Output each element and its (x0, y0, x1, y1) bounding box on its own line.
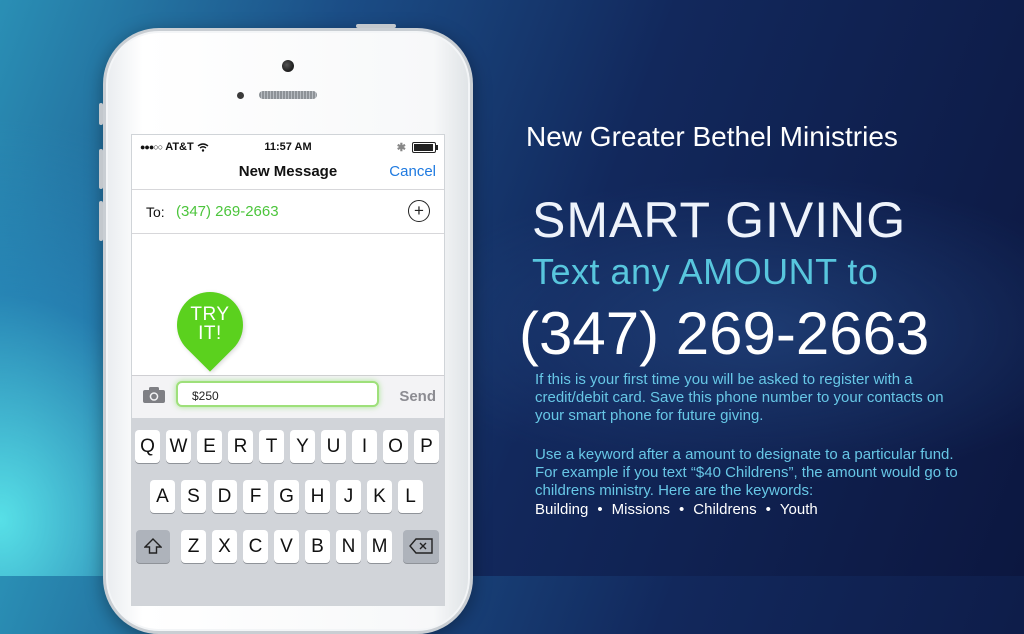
bluetooth-icon: ✱ (396, 142, 406, 154)
keyboard: QWERTYUIOP ASDFGHJKL ZXCVBNM (132, 418, 444, 605)
key-t[interactable]: T (259, 430, 284, 463)
key-o[interactable]: O (383, 430, 408, 463)
phone-mockup: ●●●○○ AT&T 11:57 AM ✱ New Message Cancel… (99, 24, 473, 634)
key-e[interactable]: E (197, 430, 222, 463)
volume-up-button (99, 149, 103, 189)
key-d[interactable]: D (212, 480, 237, 513)
key-c[interactable]: C (243, 530, 268, 563)
headline: SMART GIVING (532, 192, 907, 248)
compose-bar: $250 Send (132, 375, 444, 418)
subheadline: Text any AMOUNT to (532, 251, 879, 292)
key-z[interactable]: Z (181, 530, 206, 563)
key-n[interactable]: N (336, 530, 361, 563)
volume-down-button (99, 201, 103, 241)
keyboard-row-3: ZXCVBNM (132, 530, 444, 564)
camera-icon[interactable] (142, 386, 166, 404)
key-i[interactable]: I (352, 430, 377, 463)
battery-icon (412, 142, 438, 153)
key-m[interactable]: M (367, 530, 392, 563)
keyword-missions: Missions (611, 501, 670, 518)
key-x[interactable]: X (212, 530, 237, 563)
send-button[interactable]: Send (399, 388, 436, 405)
keyword-info: Use a keyword after a amount to designat… (535, 446, 958, 499)
recipient-field[interactable]: (347) 269-2663 (176, 203, 279, 220)
recipient-row[interactable]: To: (347) 269-2663 + (132, 190, 444, 234)
key-p[interactable]: P (414, 430, 439, 463)
bullet-separator: • (597, 501, 603, 518)
to-label: To: (146, 204, 165, 220)
mute-switch (99, 103, 103, 125)
organization-name: New Greater Bethel Ministries (526, 121, 898, 152)
delete-key[interactable] (403, 530, 439, 563)
bullet-separator: • (765, 501, 771, 518)
key-w[interactable]: W (166, 430, 191, 463)
key-a[interactable]: A (150, 480, 175, 513)
cancel-button[interactable]: Cancel (389, 163, 436, 180)
keyboard-row-1: QWERTYUIOP (132, 430, 444, 464)
status-bar: ●●●○○ AT&T 11:57 AM ✱ (132, 135, 444, 159)
message-input[interactable]: $250 (176, 381, 379, 407)
key-l[interactable]: L (398, 480, 423, 513)
nav-bar: New Message Cancel (132, 159, 444, 190)
keyword-building: Building (535, 501, 589, 518)
bullet-separator: • (679, 501, 685, 518)
key-q[interactable]: Q (135, 430, 160, 463)
front-camera (282, 60, 294, 72)
backspace-icon (409, 538, 433, 554)
key-s[interactable]: S (181, 480, 206, 513)
power-button (356, 24, 396, 28)
proximity-sensor (237, 92, 244, 99)
try-it-label: TRY IT! (190, 304, 230, 344)
giving-phone-number: (347) 269-2663 (519, 300, 930, 367)
key-v[interactable]: V (274, 530, 299, 563)
keyword-childrens: Childrens (693, 501, 757, 518)
key-y[interactable]: Y (290, 430, 315, 463)
key-k[interactable]: K (367, 480, 392, 513)
phone-screen: ●●●○○ AT&T 11:57 AM ✱ New Message Cancel… (131, 134, 445, 606)
key-r[interactable]: R (228, 430, 253, 463)
key-b[interactable]: B (305, 530, 330, 563)
registration-info: If this is your first time you will be a… (535, 371, 944, 424)
key-j[interactable]: J (336, 480, 361, 513)
key-g[interactable]: G (274, 480, 299, 513)
add-contact-button[interactable]: + (408, 200, 430, 222)
key-f[interactable]: F (243, 480, 268, 513)
shift-icon (143, 538, 163, 554)
keyword-list: Building • Missions • Childrens • Youth (535, 501, 818, 518)
key-h[interactable]: H (305, 480, 330, 513)
shift-key[interactable] (136, 530, 170, 563)
keyword-youth: Youth (779, 501, 818, 518)
key-u[interactable]: U (321, 430, 346, 463)
earpiece-speaker (259, 91, 317, 99)
keyboard-row-2: ASDFGHJKL (132, 480, 444, 514)
